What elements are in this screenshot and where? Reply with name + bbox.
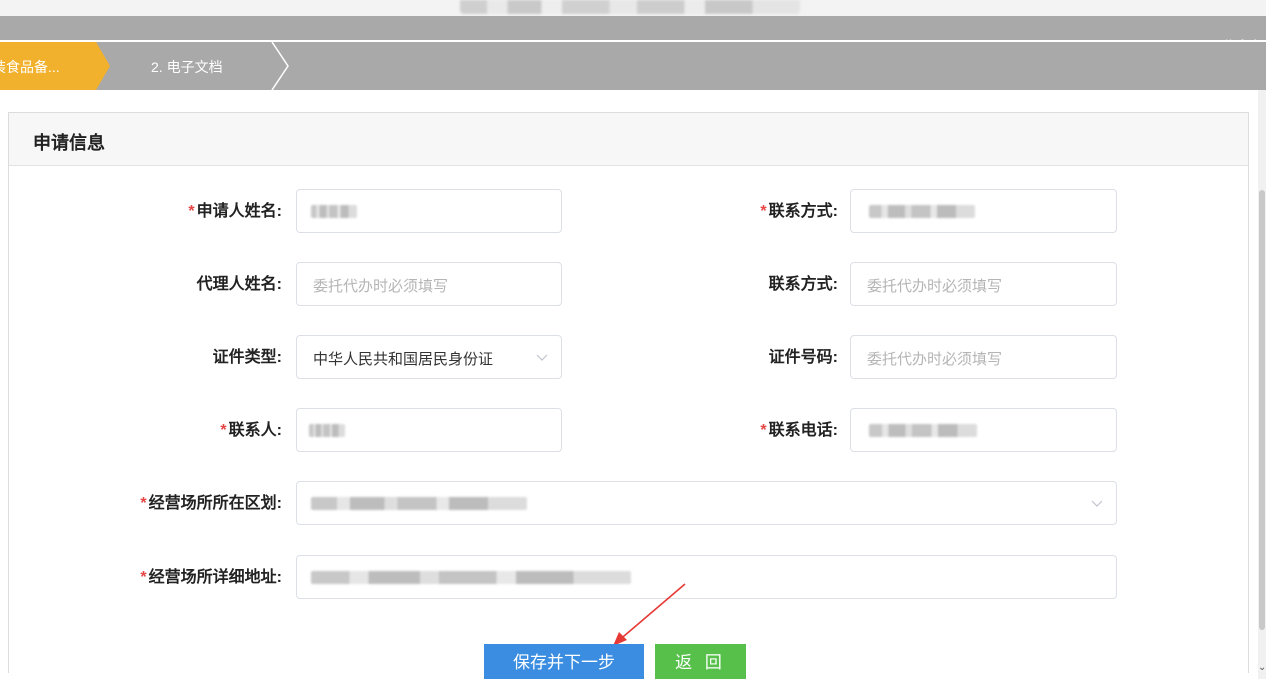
blurred-value — [311, 497, 527, 510]
scrollbar[interactable] — [1258, 90, 1266, 679]
contact-person-input[interactable] — [296, 408, 562, 452]
blurred-value — [311, 205, 357, 218]
required-mark: * — [140, 569, 147, 586]
contact-phone-label: * 联系电话: — [760, 422, 838, 439]
step-1-label: 装食品备... — [0, 59, 60, 75]
section-title: 申请信息 — [33, 133, 105, 153]
blurred-value — [309, 424, 345, 437]
panel-header: 申请信息 — [9, 113, 1248, 166]
contact-method-placeholder: 委托代办时必须填写 — [867, 278, 1003, 295]
required-mark: * — [220, 422, 227, 439]
agent-name-placeholder: 委托代办时必须填写 — [313, 278, 449, 295]
contact-person-label: * 联系人: — [220, 422, 282, 439]
top-title-bar — [0, 0, 1266, 16]
id-number-input[interactable]: 委托代办时必须填写 — [850, 335, 1117, 379]
annotation-arrow — [613, 583, 686, 646]
id-type-label: 证件类型: — [212, 349, 282, 366]
business-region-select[interactable] — [296, 481, 1117, 525]
chevron-down-icon — [536, 354, 548, 361]
id-number-label: 证件号码: — [768, 349, 838, 366]
step-1-active[interactable]: 装食品备... — [0, 42, 110, 90]
chevron-down-icon — [1091, 500, 1103, 507]
agent-name-input[interactable]: 委托代办时必须填写 — [296, 262, 562, 306]
contact-method-label-2: 联系方式: — [768, 276, 838, 293]
agent-name-label: 代理人姓名: — [196, 276, 282, 293]
info-band: 信息完 — [0, 16, 1266, 54]
required-mark: * — [140, 495, 147, 512]
back-button[interactable]: 返 回 — [655, 644, 746, 679]
business-region-label: * 经营场所所在区划: — [140, 495, 282, 512]
step-bar: 装食品备... 2. 电子文档 — [0, 42, 1266, 90]
contact-phone-input[interactable] — [850, 408, 1117, 452]
id-type-value: 中华人民共和国居民身份证 — [313, 351, 494, 368]
scroll-down-icon[interactable]: ⌄ — [1258, 660, 1266, 676]
step-separator-icon — [271, 42, 289, 90]
required-mark: * — [760, 422, 767, 439]
contact-method-input-2[interactable]: 委托代办时必须填写 — [850, 262, 1117, 306]
applicant-name-label: * 申请人姓名: — [188, 203, 282, 220]
required-mark: * — [188, 203, 195, 220]
id-number-placeholder: 委托代办时必须填写 — [867, 351, 1003, 368]
applicant-name-input[interactable] — [296, 189, 562, 233]
business-address-input[interactable] — [296, 555, 1117, 599]
step-2-label[interactable]: 2. 电子文档 — [151, 57, 223, 77]
id-type-select[interactable]: 中华人民共和国居民身份证 — [296, 335, 562, 379]
scrollbar-thumb[interactable] — [1259, 190, 1265, 630]
contact-method-input-1[interactable] — [850, 189, 1117, 233]
save-and-next-button[interactable]: 保存并下一步 — [484, 644, 644, 679]
blurred-window-title — [460, 0, 800, 14]
blurred-value — [311, 571, 631, 584]
blurred-value — [869, 424, 977, 437]
required-mark: * — [760, 203, 767, 220]
blurred-value — [869, 205, 975, 218]
contact-method-label-1: * 联系方式: — [760, 203, 838, 220]
business-address-label: * 经营场所详细地址: — [140, 569, 282, 586]
